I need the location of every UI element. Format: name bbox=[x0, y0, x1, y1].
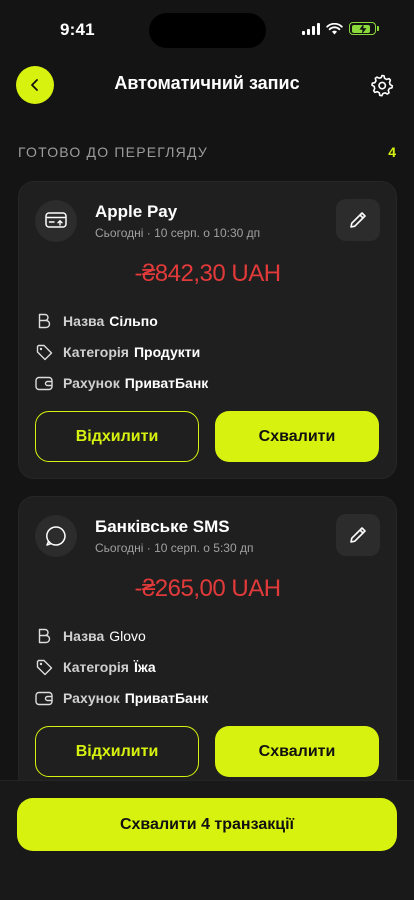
category-name: Продукти bbox=[133, 344, 201, 360]
section-count-badge: 4 bbox=[388, 144, 396, 160]
settings-button[interactable] bbox=[370, 73, 394, 97]
status-time: 9:41 bbox=[60, 20, 95, 39]
dynamic-island bbox=[149, 13, 266, 48]
tag-icon bbox=[35, 658, 53, 676]
status-icons bbox=[302, 22, 379, 35]
detail-label: Назва bbox=[63, 313, 105, 329]
edit-button[interactable] bbox=[336, 199, 380, 241]
transaction-source: Apple Pay bbox=[95, 202, 178, 221]
merchant-name: Сільпо bbox=[109, 313, 158, 329]
transaction-time: Сьогодні · 10 серп. о 5:30 дп bbox=[95, 541, 254, 555]
pencil-icon bbox=[350, 527, 366, 543]
page-title: Автоматичний запис bbox=[114, 73, 300, 93]
detail-account-row: Рахунок ПриватБанк bbox=[35, 687, 380, 709]
transaction-card: Банківське SMS Сьогодні · 10 серп. о 5:3… bbox=[18, 496, 397, 794]
pencil-icon bbox=[350, 212, 366, 228]
wifi-icon bbox=[326, 22, 343, 34]
tag-icon bbox=[35, 343, 53, 361]
approve-button[interactable]: Схвалити bbox=[215, 726, 379, 777]
cellular-signal-icon bbox=[302, 22, 320, 35]
section-header: ГОТОВО ДО ПЕРЕГЛЯДУ 4 bbox=[18, 144, 396, 164]
approve-button[interactable]: Схвалити bbox=[215, 411, 379, 462]
detail-label: Назва bbox=[63, 628, 105, 644]
chat-bubble-icon bbox=[35, 515, 77, 557]
transaction-card: Apple Pay Сьогодні · 10 серп. о 10:30 дп… bbox=[18, 181, 397, 479]
reject-button[interactable]: Відхилити bbox=[35, 411, 199, 462]
detail-label: Рахунок bbox=[63, 375, 120, 391]
battery-charging-icon bbox=[349, 22, 379, 35]
transaction-source: Банківське SMS bbox=[95, 517, 230, 536]
detail-account-row: Рахунок ПриватБанк bbox=[35, 372, 380, 394]
detail-category-row: Категорія Їжа bbox=[35, 656, 380, 678]
merchant-name: Glovo bbox=[109, 628, 146, 644]
header: Автоматичний запис bbox=[0, 62, 414, 108]
merchant-icon bbox=[35, 627, 53, 645]
detail-label: Рахунок bbox=[63, 690, 120, 706]
detail-name-row: Назва Сільпо bbox=[35, 310, 380, 332]
detail-label: Категорія bbox=[63, 659, 129, 675]
category-name: Їжа bbox=[133, 659, 156, 675]
edit-button[interactable] bbox=[336, 514, 380, 556]
merchant-icon bbox=[35, 312, 53, 330]
transaction-time: Сьогодні · 10 серп. о 10:30 дп bbox=[95, 226, 261, 240]
detail-name-row: Назва Glovo bbox=[35, 625, 380, 647]
section-title: ГОТОВО ДО ПЕРЕГЛЯДУ bbox=[18, 144, 208, 160]
account-name: ПриватБанк bbox=[124, 375, 209, 391]
approve-all-button[interactable]: Схвалити 4 транзакції bbox=[17, 798, 397, 851]
gear-icon bbox=[371, 74, 394, 97]
transaction-amount: -₴842,30 UAH bbox=[134, 260, 281, 287]
detail-category-row: Категорія Продукти bbox=[35, 341, 380, 363]
wallet-icon bbox=[35, 374, 53, 392]
bottom-action-bar: Схвалити 4 транзакції bbox=[0, 780, 414, 900]
detail-label: Категорія bbox=[63, 344, 129, 360]
reject-button[interactable]: Відхилити bbox=[35, 726, 199, 777]
status-bar: 9:41 bbox=[0, 0, 414, 60]
transaction-amount: -₴265,00 UAH bbox=[134, 575, 281, 602]
account-name: ПриватБанк bbox=[124, 690, 209, 706]
card-payment-icon bbox=[35, 200, 77, 242]
wallet-icon bbox=[35, 689, 53, 707]
